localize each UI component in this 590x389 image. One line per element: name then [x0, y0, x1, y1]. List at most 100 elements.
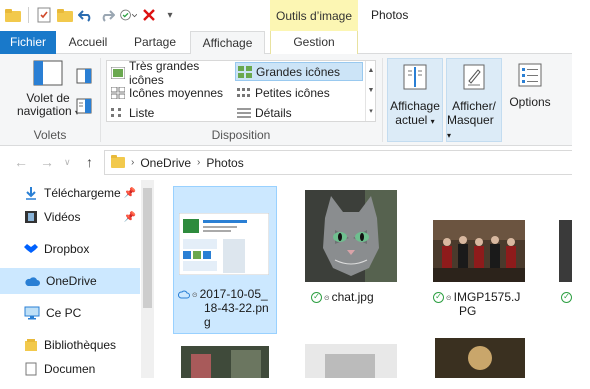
file-explorer-window: ▾ Outils d’image Photos Fichier Accueil … [0, 0, 574, 378]
cloud-sync-icon [177, 288, 190, 302]
sync-ok-icon: ✓ [311, 292, 322, 304]
up-arrow-icon[interactable]: ↑ [86, 154, 93, 170]
file-content-area: ႎ2017-10-05_ 18-43-22.pn g ✓ႎchat.jpg [155, 180, 573, 378]
sync-ok-icon: ✓ [433, 292, 444, 304]
navigation-pane-icon [33, 60, 63, 86]
nav-item-dropbox[interactable]: Dropbox [0, 236, 140, 262]
navigation-pane-label-2: navigation ▾ [17, 105, 79, 119]
details-pane-icon [76, 98, 92, 114]
sync-ok-icon: ✓ [561, 292, 572, 303]
shared-person-icon: ႎ [446, 291, 452, 303]
quick-access-toolbar: ▾ [4, 6, 179, 24]
nav-item-label: Documen [44, 362, 96, 376]
file-name-line-1: IMGP1575.J [453, 290, 521, 304]
file-name-line-1: chat.jpg [331, 290, 374, 304]
dropbox-icon [24, 244, 38, 253]
file-caption: ႎ 2017-10-05_ [177, 287, 274, 302]
layout-gallery-scroll[interactable]: ▲ ▼ ▾ [365, 61, 376, 121]
file-name-line-1: 2017-10-05_ [199, 287, 268, 301]
nav-item-libraries[interactable]: Bibliothèques [0, 332, 140, 358]
file-tile[interactable]: ႎ 2017-10-05_ 18-43-22.pn g [173, 186, 277, 334]
customize-toolbar-icon[interactable]: ▾ [161, 6, 179, 24]
current-view-caret: ▾ [430, 117, 435, 126]
breadcrumb-photos[interactable]: Photos [206, 156, 243, 170]
show-hide-button[interactable]: Afficher/ Masquer ▾ [446, 58, 502, 142]
film-icon [25, 211, 37, 223]
toolbar-divider [28, 7, 29, 23]
details-pane-button[interactable] [76, 98, 92, 117]
photo-thumbnail-row2 [435, 338, 525, 378]
current-view-button[interactable]: Affichage actuel ▾ [387, 58, 443, 142]
nav-item-documents[interactable]: Documen [0, 356, 140, 378]
tab-partage[interactable]: Partage [124, 31, 186, 54]
breadcrumb-separator: › [197, 157, 201, 168]
picture-tools-context-label: Outils d’image [270, 0, 358, 31]
large-icons-icon [238, 65, 252, 78]
file-tile[interactable]: ✓ ႎ chat.jpg [295, 186, 399, 316]
show-hide-caret: ▾ [447, 131, 452, 140]
layout-list-label: Liste [129, 105, 155, 120]
layout-details-label: Détails [255, 105, 292, 120]
onedrive-cloud-icon [25, 277, 40, 286]
shared-person-icon: ႎ [192, 288, 198, 300]
options-button[interactable]: Options [505, 62, 555, 109]
breadcrumb-onedrive[interactable]: OneDrive [140, 156, 191, 170]
options-icon [518, 63, 542, 87]
nav-item-label: Téléchargeme [44, 186, 121, 200]
tab-affichage[interactable]: Affichage [190, 31, 265, 55]
nav-item-this-pc[interactable]: Ce PC [0, 300, 140, 326]
current-view-label-2-wrap: actuel ▾ [395, 113, 434, 127]
tab-gestion[interactable]: Gestion [270, 31, 358, 54]
delete-icon[interactable] [140, 6, 158, 24]
redo-icon[interactable] [98, 6, 116, 24]
tab-fichier[interactable]: Fichier [0, 31, 56, 54]
file-caption: ✓ ႎ IMGP1575.J [433, 290, 533, 305]
page-edge [572, 0, 590, 389]
scroll-down-icon[interactable]: ▼ [368, 87, 375, 94]
layout-gallery: Très grandes icônes Grandes icônes Icône… [106, 59, 376, 122]
pin-icon: 📌 [123, 211, 136, 223]
preview-pane-button[interactable] [76, 68, 92, 87]
properties-icon[interactable] [35, 6, 53, 24]
layout-extra-large-icons[interactable]: Très grandes icônes [109, 59, 233, 87]
address-bar[interactable]: › OneDrive › Photos [104, 150, 573, 175]
undo-icon[interactable] [77, 6, 95, 24]
navigation-pane: Téléchargeme 📌 Vidéos 📌 Dropbox OneDrive… [0, 180, 154, 378]
ribbon-tabs: Fichier Accueil Partage Affichage Gestio… [0, 31, 573, 55]
nav-item-downloads[interactable]: Téléchargeme 📌 [0, 180, 140, 206]
show-hide-label-1: Afficher/ [452, 99, 496, 113]
layout-medium-icons[interactable]: Icônes moyennes [109, 83, 233, 102]
layout-large-icons[interactable]: Grandes icônes [235, 62, 363, 81]
current-view-icon [403, 64, 427, 90]
nav-scrollbar[interactable] [141, 180, 154, 378]
file-tile[interactable]: ✓ ႎ IMGP1575.J PG [429, 186, 533, 318]
choir-photo-thumbnail [433, 220, 525, 282]
layout-small-icons[interactable]: Petites icônes [235, 83, 363, 102]
forward-arrow-icon[interactable]: → [40, 154, 54, 170]
photo-thumbnail-row2 [181, 346, 269, 378]
layout-small-label: Petites icônes [255, 85, 330, 100]
scroll-up-icon[interactable]: ▲ [368, 67, 375, 74]
folder-icon[interactable] [4, 6, 22, 24]
nav-item-onedrive[interactable]: OneDrive [0, 268, 140, 294]
preview-pane-icon [76, 68, 92, 84]
nav-scrollbar-thumb[interactable] [143, 188, 152, 308]
back-arrow-icon[interactable]: ← [14, 154, 28, 170]
layout-details[interactable]: Détails [235, 103, 363, 122]
check-all-icon[interactable] [119, 6, 137, 24]
layout-list[interactable]: Liste [109, 103, 233, 122]
tab-accueil[interactable]: Accueil [60, 31, 116, 54]
nav-item-label: Ce PC [46, 306, 82, 320]
documents-icon [25, 362, 37, 376]
volets-group-label: Volets [33, 128, 67, 142]
nav-item-videos[interactable]: Vidéos 📌 [0, 204, 140, 230]
title-bar: ▾ Outils d’image Photos [0, 0, 573, 31]
recent-locations-icon[interactable]: ∨ [64, 157, 71, 168]
new-folder-icon[interactable] [56, 6, 74, 24]
show-hide-label-2: Masquer [447, 113, 494, 127]
libraries-icon [25, 339, 37, 351]
file-name-line-2: 18-43-22.pn [204, 301, 269, 315]
expand-gallery-icon[interactable]: ▾ [369, 107, 373, 115]
extra-large-icons-icon [111, 66, 125, 79]
small-icons-icon [237, 87, 250, 97]
